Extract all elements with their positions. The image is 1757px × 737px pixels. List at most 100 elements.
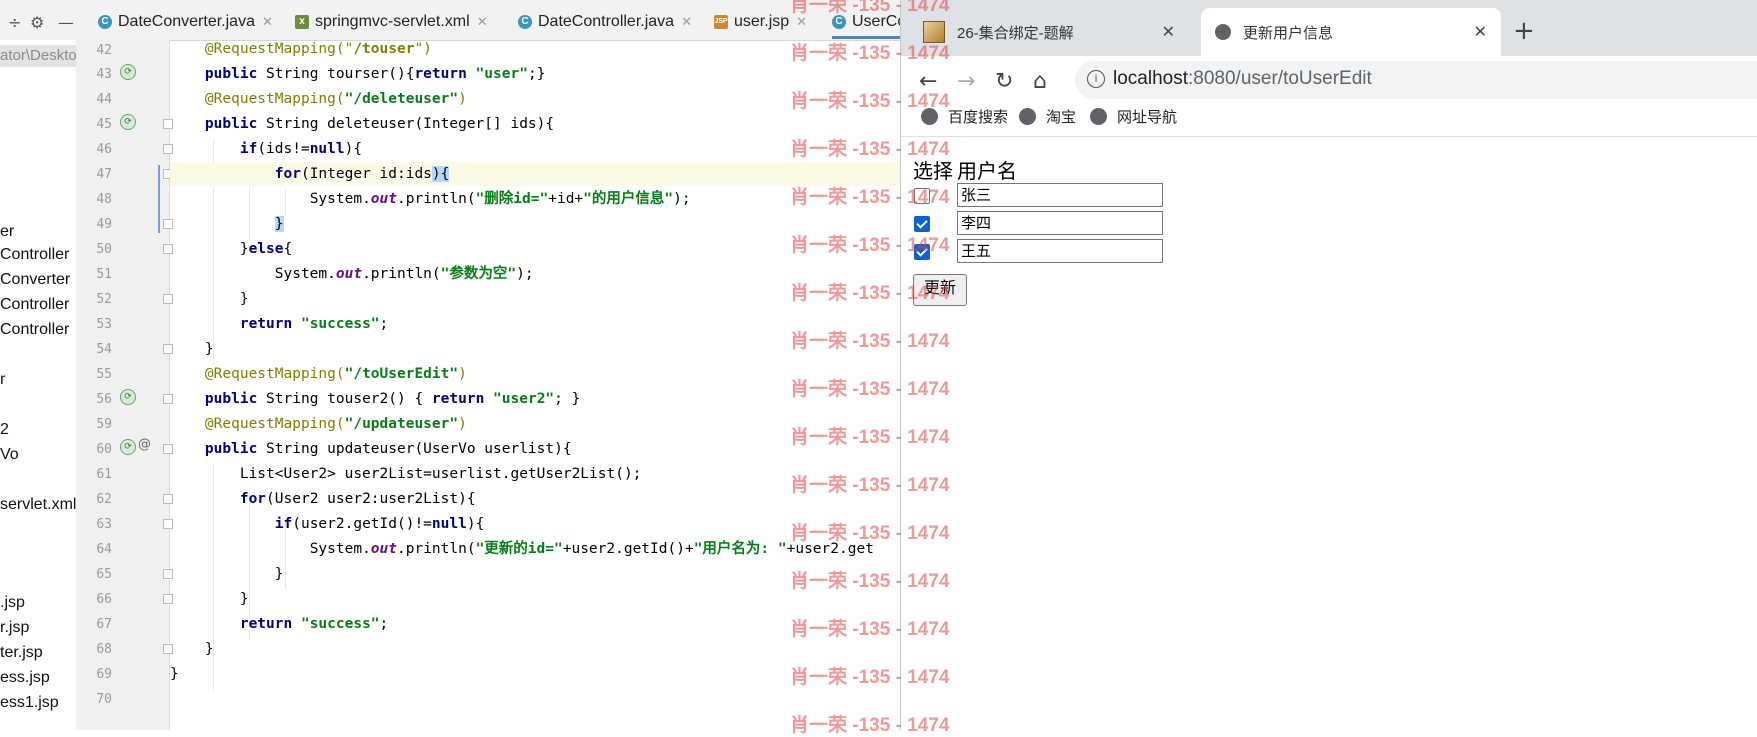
line-number: 50 xyxy=(96,242,112,257)
tab-usercontroller[interactable]: C UserCo xyxy=(832,8,900,39)
line-number: 51 xyxy=(96,267,112,282)
close-icon[interactable]: ✕ xyxy=(681,14,692,30)
user-checkbox-1[interactable] xyxy=(914,188,930,204)
code-line: @RequestMapping("/deleteuser") xyxy=(204,91,467,107)
vcs-change-marker xyxy=(158,165,160,233)
line-number: 64 xyxy=(96,542,112,557)
browser-tab-active[interactable]: 更新用户信息 ✕ xyxy=(1201,8,1501,56)
close-icon[interactable]: ✕ xyxy=(477,14,488,30)
line-number: 47 xyxy=(96,167,112,182)
spring-mapping-icon[interactable]: ⟳ xyxy=(120,114,136,130)
minimize-icon[interactable]: — xyxy=(58,13,74,32)
code-line: if(user2.getId()!=null){ xyxy=(274,516,485,532)
close-icon[interactable]: ✕ xyxy=(1474,22,1487,42)
line-number: 68 xyxy=(96,642,112,657)
tab-springmvc-servlet[interactable]: x springmvc-servlet.xml ✕ xyxy=(295,8,488,36)
line-number: 46 xyxy=(96,142,112,157)
tree-item[interactable]: ter.jsp xyxy=(0,644,43,662)
tree-item[interactable]: r xyxy=(0,371,5,389)
new-tab-button[interactable]: + xyxy=(1513,16,1535,46)
tree-item[interactable]: r.jsp xyxy=(0,619,29,637)
tree-item[interactable]: .jsp xyxy=(0,594,25,612)
class-icon: C xyxy=(832,15,846,29)
tree-item[interactable]: ess.jsp xyxy=(0,669,50,687)
line-number: 70 xyxy=(96,692,112,707)
code-line: List<User2> user2List=userlist.getUser2L… xyxy=(239,466,642,482)
line-number: 59 xyxy=(96,417,112,432)
image-favicon-icon xyxy=(923,21,945,43)
info-icon[interactable]: i xyxy=(1087,70,1105,88)
page-content: 选择 用户名 张三 李四 王五 更新 xyxy=(901,137,1757,730)
tree-item[interactable]: 2 xyxy=(0,421,9,439)
tree-item[interactable]: Converter xyxy=(0,271,70,289)
browser-window: 26-集合绑定-题解 ✕ 更新用户信息 ✕ + ← → ↻ ⌂ i localh… xyxy=(900,0,1757,730)
line-number: 63 xyxy=(96,517,112,532)
globe-icon xyxy=(1090,108,1107,125)
tree-item[interactable]: Controller xyxy=(0,296,69,314)
spring-mapping-icon[interactable]: ⟳ xyxy=(120,439,136,455)
line-number: 53 xyxy=(96,317,112,332)
bookmark-taobao[interactable]: 淘宝 xyxy=(1019,106,1076,127)
collapse-icon[interactable]: ÷ xyxy=(8,13,21,32)
xml-icon: x xyxy=(295,15,309,29)
tree-item[interactable]: Vo xyxy=(0,446,19,464)
line-number: 43 xyxy=(96,67,112,82)
jsp-icon: JSP xyxy=(714,15,728,29)
browser-tab-inactive[interactable]: 26-集合绑定-题解 ✕ xyxy=(909,8,1189,56)
code-line: if(ids!=null){ xyxy=(239,141,363,157)
globe-icon xyxy=(1019,108,1036,125)
line-number: 55 xyxy=(96,367,112,382)
line-number: 49 xyxy=(96,217,112,232)
username-input-3[interactable]: 王五 xyxy=(957,239,1163,263)
update-button[interactable]: 更新 xyxy=(913,274,967,306)
reload-icon[interactable]: ↻ xyxy=(995,69,1013,94)
address-bar[interactable]: i localhost:8080/user/toUserEdit xyxy=(1075,61,1757,99)
gear-icon[interactable]: ⚙ xyxy=(30,13,44,32)
tree-item[interactable]: servlet.xml xyxy=(0,496,76,514)
tree-item[interactable]: er xyxy=(0,223,14,241)
tab-user-jsp[interactable]: JSP user.jsp ✕ xyxy=(714,8,807,36)
browser-tab-strip: 26-集合绑定-题解 ✕ 更新用户信息 ✕ + xyxy=(901,0,1757,56)
line-number: 42 xyxy=(96,43,112,58)
code-line: } xyxy=(170,666,179,682)
line-number: 61 xyxy=(96,467,112,482)
tab-dateconverter[interactable]: C DateConverter.java ✕ xyxy=(98,8,273,36)
code-line: @RequestMapping("/toUserEdit") xyxy=(204,366,467,382)
code-editor[interactable]: @RequestMapping("/touser") public String… xyxy=(170,40,900,730)
tab-datecontroller[interactable]: C DateController.java ✕ xyxy=(518,8,692,36)
bookmark-baidu[interactable]: 百度搜索 xyxy=(921,106,1008,127)
at-annotation-icon[interactable]: @ xyxy=(138,437,151,452)
code-line: } xyxy=(204,641,214,657)
line-number: 62 xyxy=(96,492,112,507)
username-input-2[interactable]: 李四 xyxy=(957,211,1163,235)
user-checkbox-3[interactable] xyxy=(914,244,930,260)
line-number: 54 xyxy=(96,342,112,357)
home-icon[interactable]: ⌂ xyxy=(1033,69,1047,94)
code-line: } xyxy=(274,216,284,232)
username-input-1[interactable]: 张三 xyxy=(957,183,1163,207)
code-line: public String tourser(){return "user";} xyxy=(204,66,546,82)
close-icon[interactable]: ✕ xyxy=(1162,22,1175,42)
tree-item[interactable]: Controller xyxy=(0,246,69,264)
url-text: localhost:8080/user/toUserEdit xyxy=(1113,68,1372,89)
code-line: System.out.println("删除id="+id+"的用户信息"); xyxy=(309,191,691,207)
close-icon[interactable]: ✕ xyxy=(262,14,273,30)
spring-mapping-icon[interactable]: ⟳ xyxy=(120,64,136,80)
spring-mapping-icon[interactable]: ⟳ xyxy=(120,389,136,405)
class-icon: C xyxy=(518,15,532,29)
line-number: 44 xyxy=(96,92,112,107)
tree-item[interactable]: Controller xyxy=(0,321,69,339)
bookmark-nav[interactable]: 网址导航 xyxy=(1090,106,1177,127)
line-number: 66 xyxy=(96,592,112,607)
class-icon: C xyxy=(98,15,112,29)
ide-window: ÷ ⚙ — C DateConverter.java ✕ x springmvc… xyxy=(0,0,900,730)
forward-icon[interactable]: → xyxy=(957,69,975,94)
code-line: } xyxy=(239,291,249,307)
back-icon[interactable]: ← xyxy=(919,69,937,94)
user-checkbox-2[interactable] xyxy=(914,216,930,232)
close-icon[interactable]: ✕ xyxy=(796,14,807,30)
code-line: public String deleteuser(Integer[] ids){ xyxy=(204,116,555,132)
code-line: public String touser2() { return "user2"… xyxy=(204,391,581,407)
code-line: for(User2 user2:user2List){ xyxy=(239,491,476,507)
tree-item[interactable]: ess1.jsp xyxy=(0,694,59,712)
